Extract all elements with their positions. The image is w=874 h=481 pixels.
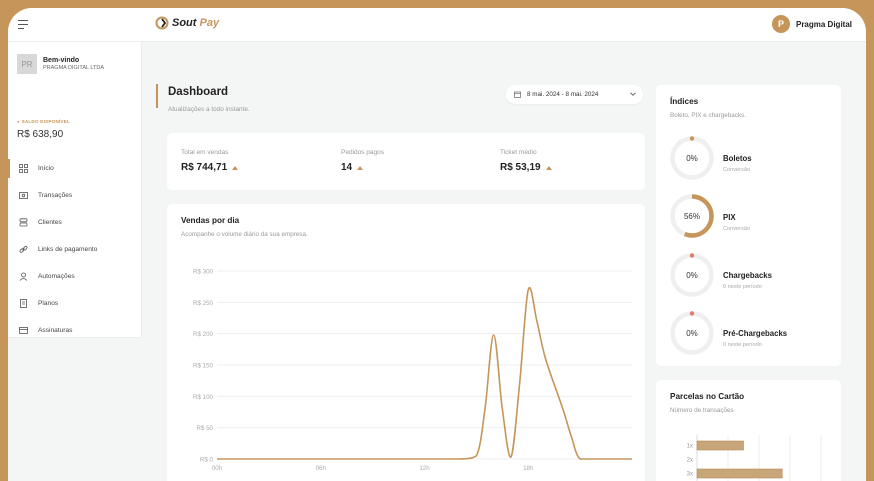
chevron-down-icon — [630, 92, 636, 96]
sidebar: PR Bem-vindo PRAGMA DIGITAL LTDA SALDO D… — [8, 42, 142, 338]
gauge-subtitle: 0 neste período — [723, 284, 762, 290]
stat-label: Ticket médio — [500, 149, 537, 156]
stat-paid-orders: Pedidos pagos 14 — [341, 149, 384, 173]
company-name: PRAGMA DIGITAL LTDA — [43, 65, 105, 71]
balance-label: SALDO DISPONÍVEL — [17, 119, 70, 124]
date-range-picker[interactable]: 8 mai. 2024 - 8 mai. 2024 — [506, 85, 643, 104]
indices-title: Índices — [670, 97, 699, 106]
y-tick-label: R$ 50 — [196, 425, 213, 432]
sales-line-chart: R$ 300R$ 250R$ 200R$ 150R$ 100R$ 50R$ 00… — [193, 269, 632, 472]
sidebar-item-label: Transações — [38, 192, 73, 199]
sidebar-item-label: Links de pagamento — [38, 246, 98, 253]
gauge-title: Boletos — [723, 154, 752, 163]
top-bar: Sout Pay P Pragma Digital — [8, 8, 866, 42]
gauge-value: 0% — [686, 328, 698, 338]
document-icon — [19, 299, 28, 308]
page-title-block: Dashboard — [156, 84, 228, 108]
profile: PR Bem-vindo PRAGMA DIGITAL LTDA — [17, 54, 104, 74]
sidebar-item-assinaturas[interactable]: Assinaturas — [8, 317, 142, 344]
brand-logo[interactable]: Sout Pay — [155, 16, 219, 30]
sidebar-item-label: Início — [38, 165, 54, 172]
sidebar-item-label: Clientes — [38, 219, 62, 226]
logo-mark-icon — [155, 16, 169, 30]
sales-chart-card: Vendas por dia Acompanhe o volume diário… — [167, 204, 645, 481]
stats-card: Total em vendas R$ 744,71 Pedidos pagos … — [167, 133, 645, 190]
x-tick-label: 00h — [212, 465, 223, 472]
grid-icon — [19, 164, 28, 173]
category-label: 2x — [687, 458, 693, 464]
x-tick-label: 06h — [316, 465, 327, 472]
automation-icon — [19, 272, 28, 281]
balance-value: R$ 638,90 — [17, 129, 64, 140]
category-label: 1x — [687, 444, 693, 450]
gauge-title: Pré-Chargebacks — [723, 329, 788, 338]
installment-bar — [696, 468, 783, 479]
sidebar-item-clientes[interactable]: Clientes — [8, 209, 142, 236]
users-icon — [19, 218, 28, 227]
sidebar-item-label: Planos — [38, 300, 59, 307]
calendar-icon — [514, 91, 521, 98]
y-tick-label: R$ 100 — [193, 394, 214, 401]
sidebar-item-label: Automações — [38, 273, 75, 280]
x-tick-label: 12h — [419, 465, 430, 472]
logo-text: Sout Pay — [172, 17, 220, 29]
sidebar-item-label: Assinaturas — [38, 327, 73, 334]
subscription-icon — [19, 326, 28, 335]
sidebar-item-inicio[interactable]: Início — [8, 155, 142, 182]
sidebar-item-links[interactable]: Links de pagamento — [8, 236, 142, 263]
menu-icon[interactable] — [18, 20, 28, 29]
y-tick-label: R$ 200 — [193, 331, 214, 338]
y-tick-label: R$ 0 — [200, 457, 214, 464]
user-name: Pragma Digital — [795, 19, 852, 29]
gauge-value: 0% — [686, 153, 698, 163]
gauge-value: 0% — [686, 270, 698, 280]
avatar: PR — [17, 54, 37, 74]
page-subtitle: Atualizações a todo instante. — [168, 106, 250, 113]
installments-bar-chart: 1x 2x 3x — [687, 435, 822, 481]
y-tick-label: R$ 250 — [193, 300, 214, 307]
gauge-title: PIX — [723, 213, 736, 222]
page-title: Dashboard — [168, 86, 229, 98]
y-tick-label: R$ 300 — [193, 269, 214, 276]
gauge-subtitle: Conversão — [723, 226, 751, 232]
sales-series-line — [217, 286, 632, 460]
stat-total-sales: Total em vendas R$ 744,71 — [181, 149, 239, 173]
money-icon — [19, 191, 28, 200]
link-icon — [19, 245, 28, 254]
installments-card: Parcelas no Cartão Número de transações … — [656, 380, 841, 481]
y-tick-label: R$ 150 — [193, 363, 214, 370]
stat-value: R$ 53,19 — [500, 162, 552, 173]
trend-up-icon — [357, 165, 364, 170]
welcome-text: Bem-vindo — [43, 57, 80, 64]
gauge-title: Chargebacks — [723, 271, 772, 280]
indices-card: Índices Boleto, PIX e chargebacks. 0% Bo… — [656, 85, 841, 366]
gauge-subtitle: Conversão — [723, 167, 751, 173]
sidebar-item-transacoes[interactable]: Transações — [8, 182, 142, 209]
gauge-subtitle: 0 neste período — [723, 342, 762, 348]
sidebar-item-planos[interactable]: Planos — [8, 290, 142, 317]
stat-value: 14 — [341, 162, 384, 173]
stat-label: Pedidos pagos — [341, 149, 385, 156]
trend-up-icon — [545, 165, 552, 170]
stat-label: Total em vendas — [181, 149, 229, 156]
x-tick-label: 18h — [523, 465, 534, 472]
date-range-value: 8 mai. 2024 - 8 mai. 2024 — [527, 91, 599, 98]
gauge-value: 56% — [683, 211, 700, 221]
sidebar-item-automacoes[interactable]: Automações — [8, 263, 142, 290]
category-label: 3x — [687, 472, 693, 478]
installment-bar — [696, 440, 744, 451]
stat-value: R$ 744,71 — [181, 162, 239, 173]
app-window: Sout Pay P Pragma Digital PR Bem-vindo P… — [8, 8, 866, 481]
stat-avg-ticket: Ticket médio R$ 53,19 — [500, 149, 552, 173]
trend-up-icon — [232, 165, 239, 170]
user-menu[interactable]: P Pragma Digital — [771, 15, 852, 33]
sidebar-nav: Início Transações Clientes Links de paga… — [8, 155, 142, 344]
indices-subtitle: Boleto, PIX e chargebacks. — [670, 112, 746, 119]
user-avatar: P — [771, 15, 790, 33]
